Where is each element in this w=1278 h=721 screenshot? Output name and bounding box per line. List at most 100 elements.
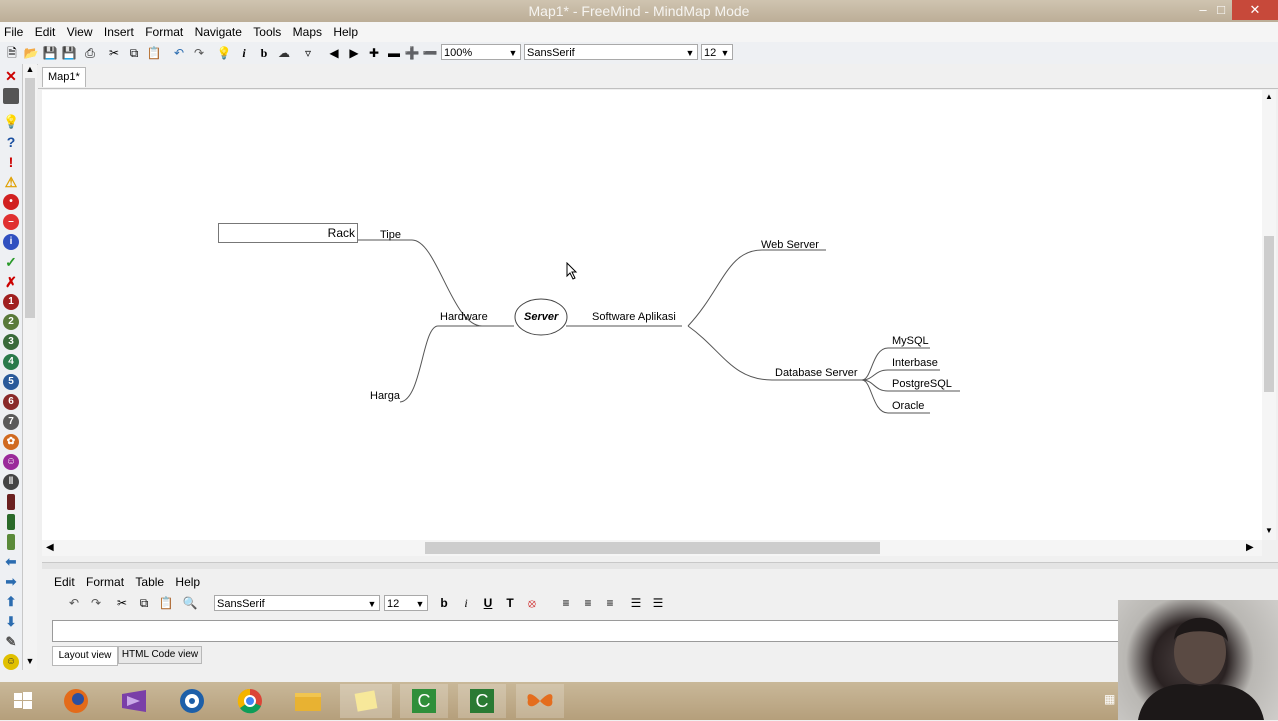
text-color-icon[interactable]: T: [502, 595, 518, 611]
zoom-select[interactable]: 100% ▼: [441, 44, 521, 60]
priority-7-icon[interactable]: 7: [3, 414, 19, 430]
start-button[interactable]: [0, 684, 46, 718]
cross-icon[interactable]: ✗: [3, 274, 19, 290]
note-splitter[interactable]: [42, 562, 1278, 569]
check-icon[interactable]: ✓: [3, 254, 19, 270]
back-icon[interactable]: ◀: [326, 45, 342, 61]
copy-icon[interactable]: ⧉: [126, 45, 142, 61]
priority-3-icon[interactable]: 3: [3, 334, 19, 350]
menu-format[interactable]: Format: [141, 23, 187, 41]
new-map-icon[interactable]: 🗎: [4, 45, 20, 61]
scroll-down-icon[interactable]: ▼: [1264, 526, 1274, 535]
pause-icon[interactable]: ‖: [3, 474, 19, 490]
redo-icon[interactable]: ↷: [191, 45, 207, 61]
camtasia-recorder-icon[interactable]: C: [458, 684, 506, 718]
traffic-light-icon[interactable]: [7, 494, 15, 510]
scroll-right-icon[interactable]: ▶: [1246, 542, 1254, 553]
cut-icon[interactable]: ✂: [106, 45, 122, 61]
print-icon[interactable]: ⎙: [82, 45, 98, 61]
arrow-up-icon[interactable]: ⬆: [3, 594, 19, 610]
remove-all-icon[interactable]: [3, 88, 19, 104]
menu-insert[interactable]: Insert: [100, 23, 138, 41]
paste-icon[interactable]: 📋: [146, 45, 162, 61]
scroll-up-icon[interactable]: ▲: [1264, 92, 1274, 101]
zoom-in-icon[interactable]: ➕: [404, 45, 420, 61]
canvas-vertical-scrollbar[interactable]: ▲ ▼: [1262, 90, 1276, 540]
undo-icon[interactable]: ↶: [171, 45, 187, 61]
menu-edit[interactable]: Edit: [31, 23, 60, 41]
stop-icon[interactable]: •: [3, 194, 19, 210]
chrome-icon[interactable]: [226, 684, 274, 718]
node-software[interactable]: Software Aplikasi: [592, 311, 676, 323]
node-web-server[interactable]: Web Server: [761, 239, 819, 251]
info-icon[interactable]: i: [3, 234, 19, 250]
scroll-down-icon[interactable]: ▼: [25, 656, 35, 668]
note-font-select[interactable]: SansSerif ▼: [214, 595, 380, 611]
scroll-thumb[interactable]: [25, 78, 35, 318]
zoom-out-icon[interactable]: ➖: [422, 45, 438, 61]
menu-tools[interactable]: Tools: [249, 23, 285, 41]
node-postgresql[interactable]: PostgreSQL: [892, 378, 952, 390]
arrow-left-icon[interactable]: ⬅: [3, 554, 19, 570]
note-size-select[interactable]: 12 ▼: [384, 595, 428, 611]
no-entry-icon[interactable]: –: [3, 214, 19, 230]
note-cut-icon[interactable]: ✂: [114, 595, 130, 611]
cloud-icon[interactable]: ☁: [276, 45, 292, 61]
firefox-icon[interactable]: [52, 684, 100, 718]
menu-view[interactable]: View: [63, 23, 97, 41]
exclamation-icon[interactable]: !: [3, 154, 19, 170]
icon-toolbar-scrollbar[interactable]: ▲ ▼: [23, 64, 37, 670]
priority-4-icon[interactable]: 4: [3, 354, 19, 370]
note-bold-icon[interactable]: b: [436, 595, 452, 611]
smile-icon[interactable]: ☺: [3, 654, 19, 670]
note-menu-format[interactable]: Format: [82, 573, 128, 591]
smiley-icon[interactable]: ☺: [3, 454, 19, 470]
node-tipe[interactable]: Tipe: [380, 229, 401, 241]
vertical-scroll-thumb[interactable]: [1264, 236, 1274, 392]
align-right-icon[interactable]: ≡: [602, 595, 618, 611]
numbered-list-icon[interactable]: ☰: [650, 595, 666, 611]
menu-file[interactable]: File: [0, 23, 27, 41]
node-oracle[interactable]: Oracle: [892, 400, 924, 412]
pencil-icon[interactable]: ✎: [3, 634, 19, 650]
note-underline-icon[interactable]: U: [480, 595, 496, 611]
flower-icon[interactable]: ✿: [3, 434, 19, 450]
arrow-down-icon[interactable]: ⬇: [3, 614, 19, 630]
menu-navigate[interactable]: Navigate: [191, 23, 246, 41]
priority-6-icon[interactable]: 6: [3, 394, 19, 410]
scroll-left-icon[interactable]: ◀: [46, 542, 54, 553]
save-as-icon[interactable]: 💾: [61, 45, 77, 61]
tab-layout-view[interactable]: Layout view: [52, 646, 118, 666]
note-paste-icon[interactable]: 📋: [158, 595, 174, 611]
remove-icon[interactable]: ✕: [3, 68, 19, 84]
close-button[interactable]: ✕: [1232, 0, 1278, 20]
italic-icon[interactable]: i: [236, 45, 252, 61]
priority-2-icon[interactable]: 2: [3, 314, 19, 330]
arrow-right-icon[interactable]: ➡: [3, 574, 19, 590]
node-database-server[interactable]: Database Server: [775, 367, 858, 379]
idea-icon[interactable]: 💡: [3, 114, 19, 130]
freemind-icon[interactable]: [516, 684, 564, 718]
clear-format-icon[interactable]: ⦻: [524, 595, 540, 611]
scroll-up-icon[interactable]: ▲: [25, 64, 35, 76]
collapse-icon[interactable]: ▬: [386, 45, 402, 61]
forward-icon[interactable]: ▶: [346, 45, 362, 61]
node-mysql[interactable]: MySQL: [892, 335, 929, 347]
note-undo-icon[interactable]: ↶: [66, 595, 82, 611]
node-root-server[interactable]: Server: [524, 311, 558, 323]
note-copy-icon[interactable]: ⧉: [136, 595, 152, 611]
tab-html-code-view[interactable]: HTML Code view: [118, 646, 202, 664]
node-interbase[interactable]: Interbase: [892, 357, 938, 369]
priority-1-icon[interactable]: 1: [3, 294, 19, 310]
size-select[interactable]: 12 ▼: [701, 44, 733, 60]
find-icon[interactable]: 🔍: [182, 595, 198, 611]
note-italic-icon[interactable]: i: [458, 595, 474, 611]
menu-help[interactable]: Help: [329, 23, 362, 41]
rack-node-editor[interactable]: Rack: [218, 223, 358, 243]
media-player-icon[interactable]: [168, 684, 216, 718]
filter-icon[interactable]: ▿: [300, 45, 316, 61]
canvas-horizontal-scrollbar[interactable]: ◀ ▶: [42, 540, 1262, 556]
mindmap-canvas[interactable]: Rack Tipe Hardware Harga Server Software…: [42, 90, 1262, 540]
yellow-light-icon[interactable]: [7, 534, 15, 550]
visual-studio-icon[interactable]: [110, 684, 158, 718]
